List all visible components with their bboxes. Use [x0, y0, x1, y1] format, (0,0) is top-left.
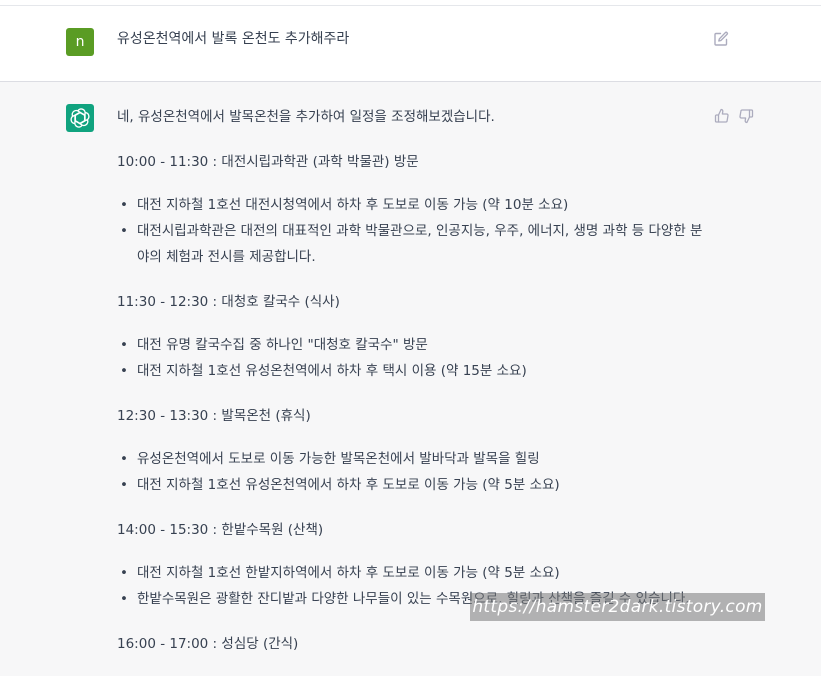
list-item: 유성온천역에서 도보로 이동 가능한 발목온천에서 발바닥과 발목을 힐링 — [117, 446, 707, 472]
assistant-avatar — [66, 104, 94, 132]
assistant-intro: 네, 유성온천역에서 발목온천을 추가하여 일정을 조정해보겠습니다. — [117, 109, 495, 125]
list-item: 대전 유명 칼국수집 중 하나인 "대청호 칼국수" 방문 — [117, 332, 707, 358]
user-avatar: n — [66, 28, 94, 56]
schedule-heading: 16:00 - 17:00 : 성심당 (간식) — [117, 636, 299, 652]
schedule-heading: 10:00 - 11:30 : 대전시립과학관 (과학 박물관) 방문 — [117, 154, 419, 170]
schedule-bullet-list: 유성온천역에서 도보로 이동 가능한 발목온천에서 발바닥과 발목을 힐링 대전… — [117, 446, 707, 498]
schedule-bullet-list: 대전 유명 칼국수집 중 하나인 "대청호 칼국수" 방문 대전 지하철 1호선… — [117, 332, 707, 384]
list-item: 대전 지하철 1호선 대전시청역에서 하차 후 도보로 이동 가능 (약 10분… — [117, 192, 707, 218]
watermark-url: https://hamster2dark.tistory.com — [470, 593, 765, 621]
schedule-heading: 14:00 - 15:30 : 한밭수목원 (산책) — [117, 522, 324, 538]
user-message-text: 유성온천역에서 발록 온천도 추가해주라 — [117, 31, 350, 47]
assistant-message-row: 네, 유성온천역에서 발목온천을 추가하여 일정을 조정해보겠습니다. 10:0… — [0, 82, 821, 676]
schedule-bullet-list: 대전 지하철 1호선 대전시청역에서 하차 후 도보로 이동 가능 (약 10분… — [117, 192, 707, 270]
assistant-message-content: 네, 유성온천역에서 발목온천을 추가하여 일정을 조정해보겠습니다. 10:0… — [117, 105, 707, 674]
schedule-heading: 12:30 - 13:30 : 발목온천 (휴식) — [117, 408, 311, 424]
list-item: 대전 지하철 1호선 한밭지하역에서 하차 후 도보로 이동 가능 (약 5분 … — [117, 560, 707, 586]
list-item: 대전 지하철 1호선 유성온천역에서 하차 후 택시 이용 (약 15분 소요) — [117, 358, 707, 384]
schedule-heading: 11:30 - 12:30 : 대청호 칼국수 (식사) — [117, 294, 340, 310]
list-item: 대전 지하철 1호선 유성온천역에서 하차 후 도보로 이동 가능 (약 5분 … — [117, 472, 707, 498]
chat-page: n 유성온천역에서 발록 온천도 추가해주라 네, 유성온천역에서 발목온천을 … — [0, 0, 821, 676]
list-item: 대전시립과학관은 대전의 대표적인 과학 박물관으로, 인공지능, 우주, 에너… — [117, 218, 707, 270]
edit-icon[interactable] — [713, 31, 729, 47]
thumbs-down-icon[interactable] — [738, 108, 754, 124]
user-message-row: n 유성온천역에서 발록 온천도 추가해주라 — [0, 6, 821, 82]
openai-logo-icon — [70, 108, 90, 128]
thumbs-up-icon[interactable] — [714, 108, 730, 124]
